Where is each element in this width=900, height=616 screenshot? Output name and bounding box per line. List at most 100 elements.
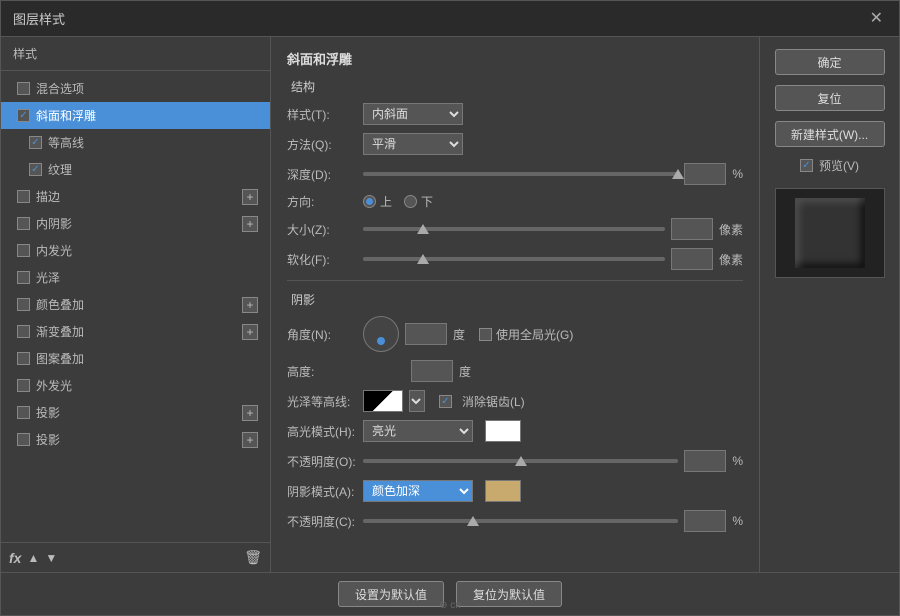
left-bottom-toolbar: fx ▲ ▼ 🗑	[1, 542, 270, 572]
soften-slider-track	[363, 257, 665, 261]
layer-item-drop-shadow1[interactable]: 投影+	[1, 399, 270, 426]
shadow-mode-select[interactable]: 正常溶解正片叠底颜色加深叠加	[363, 480, 473, 502]
highlight-opacity-input[interactable]: 50	[684, 450, 726, 472]
direction-radio-group: 上 下	[363, 193, 433, 210]
soften-input[interactable]: 7	[671, 248, 713, 270]
layer-checkbox-pattern-overlay[interactable]	[17, 352, 30, 365]
layer-checkbox-outer-glow[interactable]	[17, 379, 30, 392]
left-panel: 样式 混合选项斜面和浮雕等高线纹理描边+内阴影+内发光光泽颜色叠加+渐变叠加+图…	[1, 37, 271, 572]
layer-checkbox-color-overlay[interactable]	[17, 298, 30, 311]
layer-item-texture[interactable]: 纹理	[1, 156, 270, 183]
layer-checkbox-drop-shadow2[interactable]	[17, 433, 30, 446]
style-select[interactable]: 外斜面内斜面浮雕效果枕状浮雕描边浮雕	[363, 103, 463, 125]
gloss-select[interactable]	[409, 390, 425, 412]
highlight-color-swatch[interactable]	[485, 420, 521, 442]
reset-button[interactable]: 复位	[775, 85, 885, 111]
direction-down-option[interactable]: 下	[404, 193, 433, 210]
size-input[interactable]: 7	[671, 218, 713, 240]
layer-checkbox-inner-glow[interactable]	[17, 244, 30, 257]
angle-indicator	[377, 337, 385, 345]
layer-label-gradient-overlay: 渐变叠加	[36, 323, 84, 340]
layer-label-inner-glow: 内发光	[36, 242, 72, 259]
antialias-checkbox[interactable]	[439, 395, 452, 408]
close-button[interactable]: ✕	[866, 11, 887, 27]
title-bar: 图层样式 ✕	[1, 1, 899, 37]
layer-plus-color-overlay[interactable]: +	[242, 297, 258, 313]
new-style-button[interactable]: 新建样式(W)...	[775, 121, 885, 147]
depth-row: 深度(D): 100 %	[287, 163, 743, 185]
layer-list: 混合选项斜面和浮雕等高线纹理描边+内阴影+ 内发光光泽颜色叠加 + 渐变叠加 + 图案叠加…	[1, 71, 270, 542]
layer-item-bevel-emboss[interactable]: 斜面和浮雕	[1, 102, 270, 129]
preview-checkbox[interactable]	[800, 159, 813, 172]
layer-checkbox-blend-options[interactable]	[17, 82, 30, 95]
layer-checkbox-stroke[interactable]	[17, 190, 30, 203]
highlight-opacity-slider[interactable]	[363, 454, 678, 468]
size-row: 大小(Z): 7 像素	[287, 218, 743, 240]
layer-label-outer-glow: 外发光	[36, 377, 72, 394]
direction-down-radio[interactable]	[404, 195, 417, 208]
method-select[interactable]: 平滑雕刻清晰雕刻柔和	[363, 133, 463, 155]
altitude-unit: 度	[459, 363, 471, 380]
reset-default-button[interactable]: 复位为默认值	[456, 581, 562, 607]
layer-checkbox-inner-shadow[interactable]	[17, 217, 30, 230]
layer-label-color-overlay: 颜色叠加	[36, 296, 84, 313]
size-slider-track	[363, 227, 665, 231]
layer-item-blend-options[interactable]: 混合选项	[1, 75, 270, 102]
layer-plus-stroke[interactable]: +	[242, 189, 258, 205]
layer-plus-drop-shadow2[interactable]: +	[242, 432, 258, 448]
shadow-opacity-unit: %	[732, 514, 743, 528]
set-default-button[interactable]: 设置为默认值	[338, 581, 444, 607]
fx-button[interactable]: fx	[9, 550, 21, 566]
global-light-checkbox[interactable]	[479, 328, 492, 341]
depth-slider-container[interactable]	[363, 167, 678, 181]
layer-checkbox-satin[interactable]	[17, 271, 30, 284]
highlight-mode-select[interactable]: 正常溶解正片叠底亮光叠加强光	[363, 420, 473, 442]
size-slider-container[interactable]	[363, 222, 665, 236]
style-row: 样式(T): 外斜面内斜面浮雕效果枕状浮雕描边浮雕	[287, 103, 743, 125]
move-up-button[interactable]: ▲	[27, 551, 39, 565]
delete-button[interactable]: 🗑	[244, 549, 262, 566]
depth-slider-track	[363, 172, 678, 176]
layer-label-drop-shadow2: 投影	[36, 431, 60, 448]
layer-checkbox-bevel-emboss[interactable]	[17, 109, 30, 122]
layer-item-drop-shadow2[interactable]: 投影 +	[1, 426, 270, 453]
depth-input[interactable]: 100	[684, 163, 726, 185]
preview-label-row: 预览(V)	[800, 157, 859, 174]
layer-checkbox-gradient-overlay[interactable]	[17, 325, 30, 338]
preview-label: 预览(V)	[819, 157, 859, 174]
angle-widget[interactable]	[363, 316, 399, 352]
angle-unit: 度	[453, 326, 465, 343]
direction-up-option[interactable]: 上	[363, 193, 392, 210]
layer-item-color-overlay[interactable]: 颜色叠加 +	[1, 291, 270, 318]
shadow-opacity-input[interactable]: 35	[684, 510, 726, 532]
layer-item-inner-shadow[interactable]: 内阴影+	[1, 210, 270, 237]
layer-item-satin[interactable]: 光泽	[1, 264, 270, 291]
shadow-color-swatch[interactable]	[485, 480, 521, 502]
layer-label-blend-options: 混合选项	[36, 80, 84, 97]
soften-slider-container[interactable]	[363, 252, 665, 266]
soften-label: 软化(F):	[287, 251, 357, 268]
layer-checkbox-texture[interactable]	[29, 163, 42, 176]
preview-area	[775, 188, 885, 278]
altitude-input[interactable]: 26	[411, 360, 453, 382]
layer-item-stroke[interactable]: 描边+	[1, 183, 270, 210]
highlight-opacity-thumb	[515, 456, 527, 466]
layer-item-contour[interactable]: 等高线	[1, 129, 270, 156]
layer-item-gradient-overlay[interactable]: 渐变叠加 +	[1, 318, 270, 345]
confirm-button[interactable]: 确定	[775, 49, 885, 75]
layer-plus-gradient-overlay[interactable]: +	[242, 324, 258, 340]
gloss-preview[interactable]	[363, 390, 403, 412]
layer-checkbox-contour[interactable]	[29, 136, 42, 149]
layer-checkbox-drop-shadow1[interactable]	[17, 406, 30, 419]
angle-input[interactable]: 85	[405, 323, 447, 345]
direction-up-radio[interactable]	[363, 195, 376, 208]
layer-plus-drop-shadow1[interactable]: +	[242, 405, 258, 421]
layer-item-pattern-overlay[interactable]: 图案叠加	[1, 345, 270, 372]
global-light-option[interactable]: 使用全局光(G)	[479, 326, 573, 343]
altitude-label: 高度:	[287, 363, 357, 380]
layer-plus-inner-shadow[interactable]: +	[242, 216, 258, 232]
layer-item-inner-glow[interactable]: 内发光	[1, 237, 270, 264]
move-down-button[interactable]: ▼	[45, 551, 57, 565]
layer-item-outer-glow[interactable]: 外发光	[1, 372, 270, 399]
shadow-opacity-slider[interactable]	[363, 514, 678, 528]
